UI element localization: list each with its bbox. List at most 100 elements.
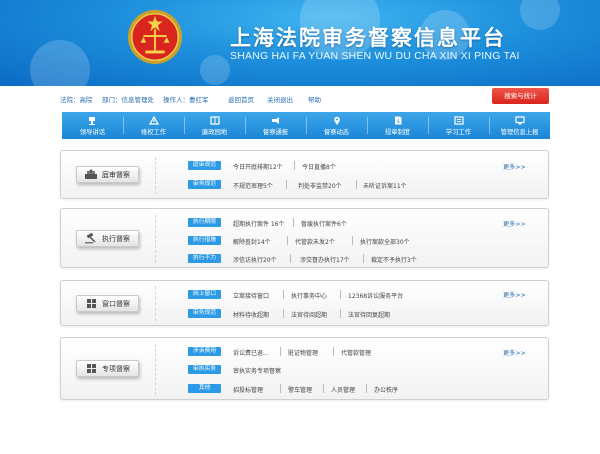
row-separator [323, 384, 324, 393]
row-link[interactable]: 审执实务专项督察 [233, 366, 281, 375]
nav-item-label: 规章制度 [384, 128, 411, 136]
nav-item-label: 学习工作 [445, 128, 472, 136]
nav-item-study[interactable]: 学习工作 [428, 112, 489, 139]
row-link[interactable]: 涉信访执行20个 [233, 255, 277, 264]
row-separator [280, 347, 281, 356]
row-link[interactable]: 暂缓执行案件6个 [301, 219, 347, 228]
help-link[interactable]: 帮助 [308, 94, 321, 104]
row-separator [333, 347, 334, 356]
row-link[interactable]: 法官待阅超期 [291, 310, 327, 319]
nav-item-regulations[interactable]: $ 规章制度 [367, 112, 428, 139]
card-special-inspection: 专项督察 涉诉费用 诉讼费已退... 赃证物管理 代管款管理 审执实务 审执实务… [60, 337, 549, 400]
nav-item-report[interactable]: 管理信息上报 [489, 112, 550, 139]
user-info-bar: 法院：高院 部门：信息管理处 操作人：曹红军 返回首页 关闭退出 帮助 [60, 90, 550, 106]
nav-item-dynamics[interactable]: 督察动态 [306, 112, 367, 139]
row-tag: 其他 [188, 384, 221, 393]
row-link[interactable]: 法官待回复超期 [348, 310, 390, 319]
window-icon [87, 299, 96, 308]
card-execution-inspection: 执行督察 执行期限 超期执行案件 16个 暂缓执行案件6个 执行措施 解除查封1… [60, 208, 549, 268]
row-link[interactable]: 诉讼费已退... [233, 348, 269, 357]
header-banner: 上海法院审务督察信息平台 SHANG HAI FA YUAN SHEN WU D… [0, 0, 600, 86]
row-link[interactable]: 赃证物管理 [288, 348, 318, 357]
card-window-inspection: 窗口督察 网上窗口 立案接待窗口 执行事务中心 12368诉讼服务平台 审务规范… [60, 280, 549, 326]
card-title: 庭审督察 [102, 170, 130, 179]
document-icon: $ [394, 116, 401, 125]
row-separator [286, 180, 287, 189]
home-link[interactable]: 返回首页 [228, 94, 254, 104]
row-link[interactable]: 涉交督办执行17个 [300, 255, 350, 264]
row-link[interactable]: 人员管理 [331, 385, 355, 394]
row-link[interactable]: 未听证诉案11个 [363, 181, 407, 190]
row-link[interactable]: 判处非监禁20个 [298, 181, 342, 190]
more-link[interactable]: 更多>> [503, 348, 526, 357]
row-tag: 网上窗口 [188, 290, 221, 299]
row-separator [283, 290, 284, 299]
court-info: 法院：高院 [60, 96, 93, 104]
nav-item-label: 管理信息上报 [500, 128, 539, 136]
row-link[interactable]: 今日开庭排期12个 [233, 162, 283, 171]
operator-info: 操作人：曹红军 [163, 96, 209, 104]
rights-icon [148, 115, 159, 125]
judge-bench-icon [85, 169, 97, 179]
card-title: 执行督察 [102, 234, 130, 243]
card-divider [155, 286, 156, 321]
main-nav: 领导讲话 维权工作 廉政园地 督察通报 督察动态 $ 规章制度 学习工作 管理信… [62, 112, 550, 139]
row-link[interactable]: 执行事务中心 [291, 291, 327, 300]
card-label-window: 窗口督察 [76, 295, 139, 312]
court-emblem-icon [127, 9, 183, 65]
card-title: 窗口督察 [102, 299, 130, 308]
row-separator [366, 384, 367, 393]
card-divider [155, 157, 156, 194]
app-title-pinyin: SHANG HAI FA YUAN SHEN WU DU CHA XIN XI … [230, 50, 520, 62]
row-separator [340, 290, 341, 299]
nav-item-integrity[interactable]: 廉政园地 [184, 112, 245, 139]
row-link[interactable]: 立案接待窗口 [233, 291, 269, 300]
nav-item-label: 督察通报 [262, 128, 289, 136]
row-separator [280, 384, 281, 393]
more-link[interactable]: 更多>> [503, 290, 526, 299]
row-link[interactable]: 执行案款全部30个 [360, 237, 410, 246]
row-separator [294, 161, 295, 170]
row-separator [356, 180, 357, 189]
card-label-special: 专项督察 [76, 360, 139, 377]
nav-item-leader-speech[interactable]: 领导讲话 [62, 112, 123, 139]
row-link[interactable]: 招投标管理 [233, 385, 263, 394]
row-tag: 执行措施 [188, 236, 221, 245]
row-link[interactable]: 警车管理 [288, 385, 312, 394]
row-link[interactable]: 裁定不予执行3个 [371, 255, 417, 264]
card-label-execution: 执行督察 [76, 230, 139, 247]
svg-text:$: $ [396, 119, 399, 125]
app-title: 上海法院审务督察信息平台 [230, 26, 506, 50]
row-link[interactable]: 解除查封14个 [233, 237, 271, 246]
card-trial-inspection: 庭审督察 庭审观范 今日开庭排期12个 今日直播8个 审务规范 不规范审理5个 … [60, 150, 549, 199]
more-link[interactable]: 更多>> [503, 219, 526, 228]
row-link[interactable]: 今日直播8个 [302, 162, 336, 171]
announce-icon [271, 116, 279, 124]
row-separator [290, 254, 291, 263]
more-link[interactable]: 更多>> [503, 162, 526, 171]
row-link[interactable]: 超期执行案件 16个 [233, 219, 285, 228]
nav-item-label: 督察动态 [323, 128, 350, 136]
nav-item-rights-work[interactable]: 维权工作 [123, 112, 184, 139]
row-tag: 审务规范 [188, 180, 221, 189]
bokeh-light [30, 40, 90, 86]
nav-item-label: 维权工作 [140, 128, 167, 136]
book-icon [209, 115, 220, 125]
nav-item-bulletin[interactable]: 督察通报 [245, 112, 306, 139]
row-link[interactable]: 不规范审理5个 [233, 181, 273, 190]
row-separator [287, 236, 288, 245]
row-link[interactable]: 材料待收超期 [233, 310, 269, 319]
search-statistics-button[interactable]: 搜索与统计 [492, 88, 549, 104]
row-tag: 涉诉费用 [188, 347, 221, 356]
row-separator [283, 309, 284, 318]
card-divider [155, 344, 156, 395]
card-title: 专项督察 [102, 364, 130, 373]
window-icon [87, 364, 96, 373]
row-link[interactable]: 办公秩序 [374, 385, 398, 394]
logout-link[interactable]: 关闭退出 [267, 94, 293, 104]
row-link[interactable]: 代管款管理 [341, 348, 371, 357]
nav-item-label: 领导讲话 [79, 128, 106, 136]
row-link[interactable]: 代管款未发2个 [295, 237, 335, 246]
row-link[interactable]: 12368诉讼服务平台 [348, 291, 403, 300]
study-icon [453, 115, 464, 125]
